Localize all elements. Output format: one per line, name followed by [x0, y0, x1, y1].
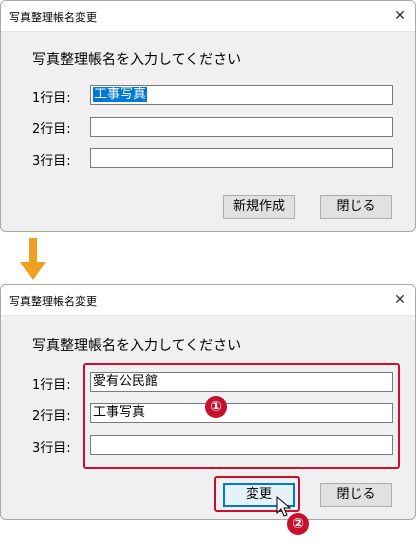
close-icon[interactable]: ✕ [385, 1, 415, 31]
row2-label: 2行目: [32, 122, 71, 137]
mouse-pointer-icon [276, 496, 292, 517]
prompt-text: 写真整理帳名を入力してください [32, 52, 242, 68]
row1-input[interactable]: 工事写真 [90, 85, 393, 105]
close-button[interactable]: 閉じる [320, 195, 392, 219]
row2-label: 2行目: [32, 409, 71, 424]
row3-label: 3行目: [32, 441, 71, 456]
row3-label: 3行目: [32, 154, 71, 169]
row1-label: 1行目: [32, 91, 71, 106]
step1-badge: ① [205, 396, 227, 418]
prompt-text: 写真整理帳名を入力してください [32, 338, 242, 354]
inputs-highlight [83, 363, 400, 469]
rename-dialog-before: 写真整理帳名変更 ✕ 写真整理帳名を入力してください 1行目: 工事写真 2行目… [0, 0, 416, 232]
row2-input[interactable] [90, 117, 393, 137]
window-title: 写真整理帳名変更 [9, 295, 97, 308]
down-arrow-icon [20, 238, 46, 280]
row1-label: 1行目: [32, 378, 71, 393]
close-icon[interactable]: ✕ [385, 285, 415, 315]
window-title: 写真整理帳名変更 [9, 11, 97, 24]
title-bar: 写真整理帳名変更 ✕ [1, 285, 415, 316]
close-button[interactable]: 閉じる [320, 483, 392, 507]
title-bar: 写真整理帳名変更 ✕ [1, 1, 415, 32]
row3-input[interactable] [90, 148, 393, 168]
create-new-button[interactable]: 新規作成 [223, 195, 295, 219]
